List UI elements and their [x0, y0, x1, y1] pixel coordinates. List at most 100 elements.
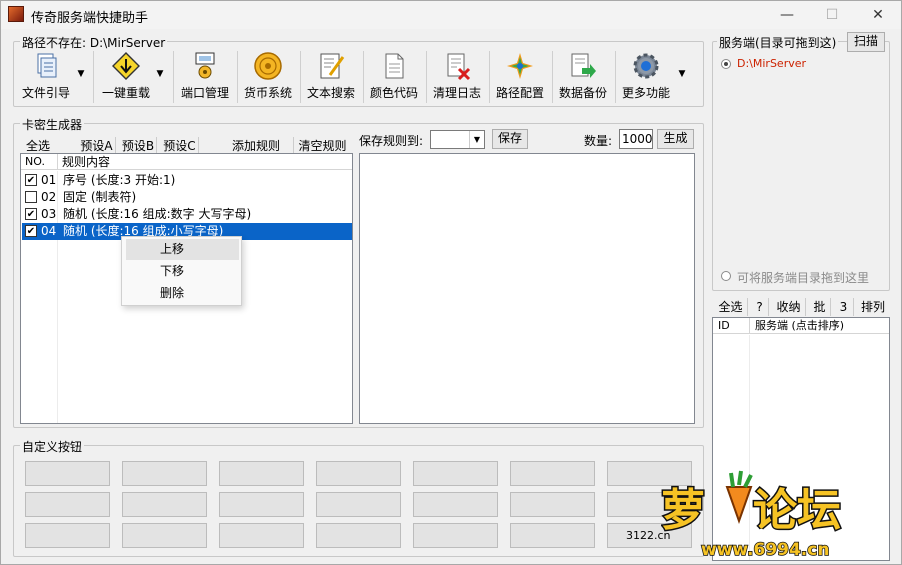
svg-text:论坛: 论坛 [753, 485, 841, 536]
count-label: 3 [834, 298, 854, 316]
server-path-label[interactable]: D:\MirServer [737, 57, 806, 70]
help-button[interactable]: ? [751, 298, 769, 316]
chevron-down-icon[interactable]: ▼ [675, 67, 689, 81]
tool-clear-log[interactable]: 清理日志 [429, 51, 485, 103]
maximize-button[interactable]: ☐ [809, 1, 855, 29]
output-textarea[interactable] [359, 153, 695, 424]
custom-button[interactable] [219, 523, 304, 548]
rule-row[interactable]: 02 固定 (制表符) [22, 189, 352, 206]
path-status-label: 路径不存在: D:\MirServer [20, 34, 168, 51]
custom-button[interactable] [219, 461, 304, 486]
context-menu: 上移 下移 删除 [121, 236, 242, 306]
custom-button[interactable] [413, 523, 498, 548]
col-id-header[interactable]: ID [718, 318, 730, 334]
tool-path-config[interactable]: 路径配置 [492, 51, 548, 103]
tool-one-click-reload[interactable]: 一键重载 [97, 51, 155, 103]
scan-button[interactable]: 扫描 [847, 32, 885, 52]
drag-hint-label: 可将服务端目录拖到这里 [737, 271, 870, 285]
custom-button[interactable] [25, 523, 110, 548]
tool-label: 货币系统 [243, 86, 292, 100]
tool-file-guide[interactable]: 文件引导 [15, 51, 77, 103]
col-content-header: 规则内容 [62, 155, 111, 169]
col-server-header[interactable]: 服务端 (点击排序) [755, 318, 844, 334]
toolbar-separator [173, 51, 174, 103]
custom-button[interactable] [122, 492, 207, 517]
menu-item-move-up[interactable]: 上移 [126, 239, 239, 260]
toolbar-separator [300, 51, 301, 103]
custom-button[interactable] [25, 461, 110, 486]
color-code-icon [385, 53, 404, 79]
toolbar-separator [237, 51, 238, 103]
tool-label: 清理日志 [432, 86, 481, 100]
tool-currency-system[interactable]: 货币系统 [240, 51, 296, 103]
custom-button[interactable] [25, 492, 110, 517]
toolbar-separator [489, 51, 490, 103]
toolbar-separator [363, 51, 364, 103]
custom-button[interactable] [316, 523, 401, 548]
tool-label: 端口管理 [180, 86, 229, 100]
tool-data-backup[interactable]: 数据备份 [555, 51, 611, 103]
backup-icon [571, 53, 596, 78]
custom-button[interactable] [219, 492, 304, 517]
window-title: 传奇服务端快捷助手 [31, 11, 149, 26]
port-icon [195, 52, 215, 79]
collapse-button[interactable]: 收纳 [772, 298, 806, 316]
custom-button[interactable] [316, 461, 401, 486]
text-search-icon [320, 53, 345, 79]
clear-log-icon [447, 53, 471, 81]
column-divider [749, 318, 750, 334]
tool-port-management[interactable]: 端口管理 [177, 51, 233, 103]
col-no-header: NO. [25, 155, 45, 168]
reload-icon [112, 52, 140, 80]
custom-button[interactable] [413, 461, 498, 486]
rule-no: 04 [41, 224, 57, 238]
menu-item-move-down[interactable]: 下移 [126, 261, 239, 282]
batch-button[interactable]: 批 [809, 298, 831, 316]
toolbar-separator [552, 51, 553, 103]
main-window: 传奇服务端快捷助手 — ☐ ✕ 路径不存在: D:\MirServer 文件引导… [0, 0, 902, 565]
generate-button[interactable]: 生成 [657, 129, 694, 149]
rule-content: 固定 (制表符) [63, 190, 137, 204]
save-rule-label: 保存规则到: [359, 134, 424, 148]
sort-button[interactable]: 排列 [857, 298, 889, 316]
tool-label: 文件引导 [21, 86, 70, 100]
quantity-input[interactable]: 1000 [619, 129, 653, 149]
custom-button[interactable] [122, 523, 207, 548]
custom-button[interactable] [316, 492, 401, 517]
toolbar-separator [426, 51, 427, 103]
rule-no: 02 [41, 190, 57, 204]
rule-content: 序号 (长度:3 开始:1) [63, 173, 176, 187]
rule-no: 01 [41, 173, 57, 187]
minimize-button[interactable]: — [764, 1, 810, 29]
chevron-down-icon[interactable]: ▼ [74, 67, 88, 81]
custom-button[interactable] [510, 523, 595, 548]
custom-button[interactable] [510, 461, 595, 486]
rule-checkbox[interactable]: ✔ [25, 208, 37, 220]
rule-row[interactable]: ✔ 01 序号 (长度:3 开始:1) [22, 172, 352, 189]
tool-more-functions[interactable]: 更多功能 [618, 51, 674, 103]
svg-text:www.6994.cn: www.6994.cn [701, 540, 829, 560]
svg-text:萝: 萝 [661, 485, 705, 536]
tool-color-code[interactable]: 颜色代码 [366, 51, 422, 103]
server-select-all-button[interactable]: 全选 [714, 298, 748, 316]
custom-button[interactable] [122, 461, 207, 486]
close-button[interactable]: ✕ [855, 1, 901, 29]
custom-button[interactable] [510, 492, 595, 517]
server-radio[interactable] [721, 59, 731, 69]
menu-item-delete[interactable]: 删除 [126, 283, 239, 304]
save-button[interactable]: 保存 [492, 129, 528, 149]
rule-checkbox[interactable]: ✔ [25, 225, 37, 237]
title-bar: 传奇服务端快捷助手 — ☐ ✕ [1, 1, 901, 29]
toolbar-separator [93, 51, 94, 103]
rule-checkbox[interactable]: ✔ [25, 174, 37, 186]
save-rule-select[interactable]: ▼ [430, 130, 485, 149]
chevron-down-icon: ▼ [469, 131, 484, 148]
server-radio-empty[interactable] [721, 271, 731, 281]
path-config-icon [507, 53, 533, 79]
custom-button[interactable] [413, 492, 498, 517]
rule-checkbox[interactable] [25, 191, 37, 203]
custom-buttons-label: 自定义按钮 [20, 438, 85, 455]
rule-row[interactable]: ✔ 03 随机 (长度:16 组成:数字 大写字母) [22, 206, 352, 223]
chevron-down-icon[interactable]: ▼ [153, 67, 167, 81]
tool-text-search[interactable]: 文本搜索 [303, 51, 359, 103]
